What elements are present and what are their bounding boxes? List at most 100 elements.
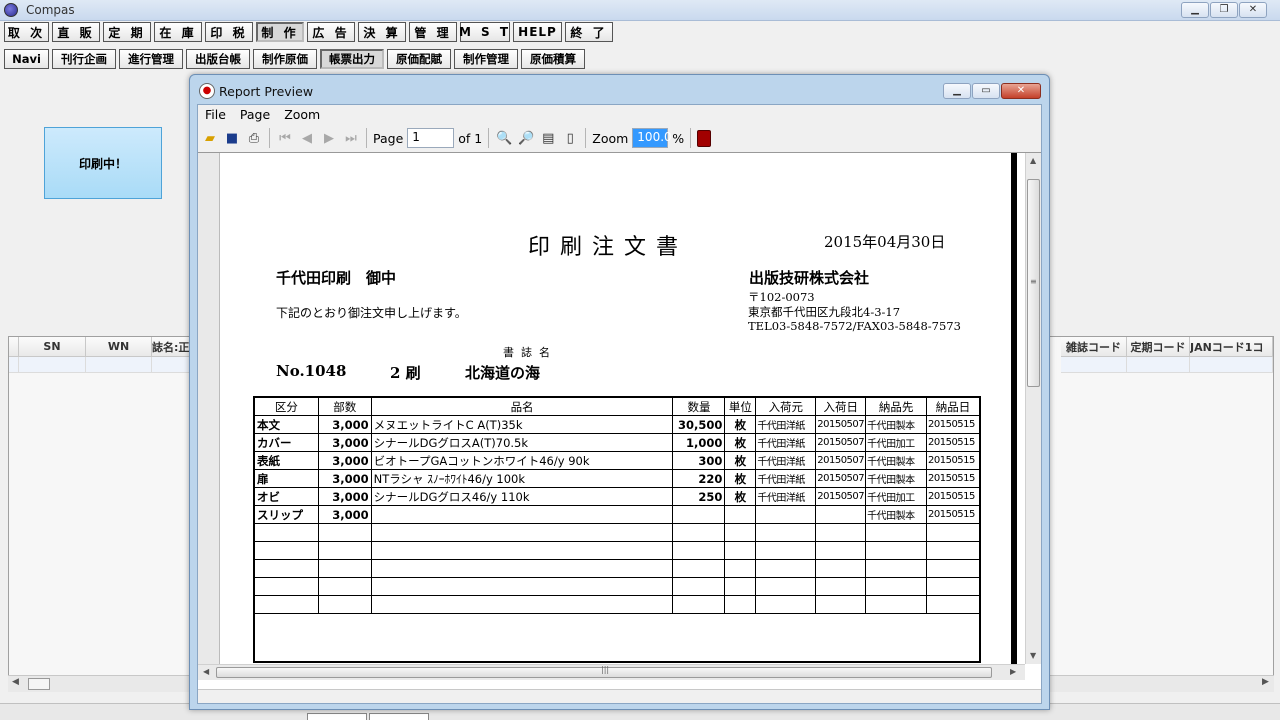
cell-quantity: 250 bbox=[672, 487, 726, 506]
preview-maximize-button[interactable]: ▭ bbox=[972, 83, 1000, 99]
submenu-button-navi[interactable]: Navi bbox=[4, 49, 49, 69]
table-row: オビ 3,000 シナールDGグロス46/y 110k 250 枚 千代田洋紙 … bbox=[254, 487, 980, 506]
document-recipient: 千代田印刷 御中 bbox=[276, 269, 397, 287]
page-left-margin bbox=[198, 153, 220, 664]
submenu-button-seisaku-genka[interactable]: 制作原価 bbox=[253, 49, 317, 69]
report-preview-titlebar[interactable]: ● Report Preview ▁ ▭ ✕ bbox=[190, 75, 1049, 104]
grid-column-header[interactable]: 雑誌コード bbox=[1061, 337, 1127, 357]
app-title: Compas bbox=[26, 3, 75, 17]
grid-column-header[interactable]: SN bbox=[19, 337, 86, 357]
save-icon[interactable]: ■ bbox=[223, 129, 241, 147]
preview-close-button[interactable]: ✕ bbox=[1001, 83, 1041, 99]
next-page-icon[interactable]: ▶ bbox=[320, 129, 338, 147]
cell-delivery-date: 20150515 bbox=[926, 415, 980, 434]
report-preview-area[interactable]: 印刷注文書 2015年04月30日 千代田印刷 御中 出版技研株式会社 下記のと… bbox=[198, 152, 1041, 689]
cell-delivery-to: 千代田加工 bbox=[865, 487, 927, 506]
submenu-button-shinkou-kanri[interactable]: 進行管理 bbox=[119, 49, 183, 69]
minimize-icon: ▁ bbox=[1191, 4, 1199, 15]
taskbar-tab[interactable] bbox=[307, 713, 367, 720]
cell-category: スリップ bbox=[254, 505, 319, 524]
menu-button-torituki[interactable]: 取 次 bbox=[4, 22, 49, 42]
submenu-button-genka-sekisan[interactable]: 原価積算 bbox=[521, 49, 585, 69]
zoom-out-icon[interactable]: 🔎 bbox=[517, 129, 535, 147]
menu-button-zaiko[interactable]: 在 庫 bbox=[154, 22, 202, 42]
printing-status-button[interactable]: 印刷中！ bbox=[44, 127, 162, 199]
column-header: 品名 bbox=[370, 397, 674, 416]
scroll-right-icon[interactable]: ▶ bbox=[1010, 667, 1016, 676]
menu-zoom[interactable]: Zoom bbox=[284, 107, 320, 122]
report-preview-title: Report Preview bbox=[219, 84, 314, 99]
submenu-button-chouhyou-shutsuryoku[interactable]: 帳票出力 bbox=[320, 49, 384, 69]
cell-arrival-date: 20150507 bbox=[815, 451, 867, 470]
grid-column-header[interactable]: 誌名:正 bbox=[152, 337, 190, 357]
submenu-button-genka-haifu[interactable]: 原価配賦 bbox=[387, 49, 451, 69]
cell-arrival-date: 20150507 bbox=[815, 433, 867, 452]
whole-page-icon[interactable]: ▯ bbox=[561, 129, 579, 147]
submenu-button-shuppan-daichou[interactable]: 出版台帳 bbox=[186, 49, 250, 69]
menu-button-inzei[interactable]: 印 税 bbox=[205, 22, 253, 42]
last-page-icon[interactable]: ⏭ bbox=[342, 129, 360, 147]
menu-file[interactable]: File bbox=[205, 107, 226, 122]
zoom-input[interactable]: 100.0 bbox=[632, 128, 672, 148]
cell-supplier: 千代田洋紙 bbox=[755, 469, 817, 488]
preview-vertical-scrollbar[interactable]: ▲ ≡ ▼ bbox=[1025, 153, 1041, 664]
cell-delivery-to: 千代田製本 bbox=[865, 505, 927, 524]
menu-button-teiki[interactable]: 定 期 bbox=[103, 22, 151, 42]
cell-arrival-date: 20150507 bbox=[815, 487, 867, 506]
menu-button-mst[interactable]: M S T bbox=[459, 22, 510, 42]
cell-category: オビ bbox=[254, 487, 319, 506]
cell-delivery-date: 20150515 bbox=[926, 433, 980, 452]
page-width-icon[interactable]: ▤ bbox=[539, 129, 557, 147]
scroll-left-icon[interactable]: ◀ bbox=[12, 677, 19, 687]
grid-column-header[interactable]: WN bbox=[86, 337, 152, 357]
menu-button-seisaku[interactable]: 制 作 bbox=[256, 22, 304, 42]
page-label: Page bbox=[373, 130, 404, 146]
toolbar-separator bbox=[366, 128, 367, 148]
scroll-up-icon[interactable]: ▲ bbox=[1030, 156, 1036, 165]
print-edition: 2 刷 bbox=[390, 364, 421, 382]
cell-delivery-to: 千代田加工 bbox=[865, 433, 927, 452]
scroll-thumb[interactable] bbox=[28, 678, 50, 690]
menu-button-exit[interactable]: 終 了 bbox=[565, 22, 613, 42]
report-preview-icon: ● bbox=[199, 83, 215, 99]
menu-button-koukoku[interactable]: 広 告 bbox=[307, 22, 355, 42]
taskbar-tab[interactable] bbox=[369, 713, 429, 720]
scroll-down-icon[interactable]: ▼ bbox=[1030, 651, 1036, 660]
open-folder-icon[interactable]: ▰ bbox=[201, 129, 219, 147]
zoom-in-icon[interactable]: 🔍 bbox=[495, 129, 513, 147]
exit-preview-icon[interactable] bbox=[697, 129, 712, 147]
menu-button-kessan[interactable]: 決 算 bbox=[358, 22, 406, 42]
grid-corner bbox=[9, 337, 19, 357]
column-header: 納品日 bbox=[926, 397, 980, 416]
menu-page[interactable]: Page bbox=[240, 107, 270, 122]
preview-minimize-button[interactable]: ▁ bbox=[943, 83, 971, 99]
preview-horizontal-scrollbar[interactable]: ◀ ||| ▶ bbox=[198, 664, 1025, 680]
print-icon[interactable]: ⎙ bbox=[245, 129, 263, 147]
minimize-button[interactable]: ▁ bbox=[1181, 2, 1209, 18]
scroll-right-icon[interactable]: ▶ bbox=[1262, 677, 1269, 687]
submenu-button-kankou-kikaku[interactable]: 刊行企画 bbox=[52, 49, 116, 69]
cell-quantity: 300 bbox=[672, 451, 726, 470]
previous-page-icon[interactable]: ◀ bbox=[298, 129, 316, 147]
close-button[interactable]: ✕ bbox=[1239, 2, 1267, 18]
first-page-icon[interactable]: ⏮ bbox=[276, 129, 294, 147]
scroll-left-icon[interactable]: ◀ bbox=[203, 667, 209, 676]
cell-supplier: 千代田洋紙 bbox=[755, 451, 817, 470]
column-header: 部数 bbox=[317, 397, 372, 416]
menu-button-kanri[interactable]: 管 理 bbox=[409, 22, 457, 42]
grid-column-header[interactable]: 定期コード bbox=[1127, 337, 1190, 357]
menu-button-chokuhan[interactable]: 直 販 bbox=[52, 22, 100, 42]
scroll-grip-icon: ≡ bbox=[1030, 277, 1037, 286]
cell-unit: 枚 bbox=[724, 415, 757, 434]
page-number-input[interactable]: 1 bbox=[407, 128, 455, 148]
order-table-header-row: 区分 部数 品名 数量 単位 入荷元 入荷日 納品先 納品日 bbox=[254, 397, 980, 416]
cell-copies: 3,000 bbox=[317, 451, 372, 470]
column-header: 数量 bbox=[672, 397, 726, 416]
toolbar-separator bbox=[488, 128, 490, 148]
table-row[interactable] bbox=[9, 357, 190, 373]
table-row[interactable] bbox=[1061, 357, 1273, 373]
grid-column-header[interactable]: JANコード1コ bbox=[1190, 337, 1273, 357]
restore-button[interactable]: ❐ bbox=[1210, 2, 1238, 18]
submenu-button-seisaku-kanri[interactable]: 制作管理 bbox=[454, 49, 518, 69]
menu-button-help[interactable]: HELP bbox=[513, 22, 562, 42]
